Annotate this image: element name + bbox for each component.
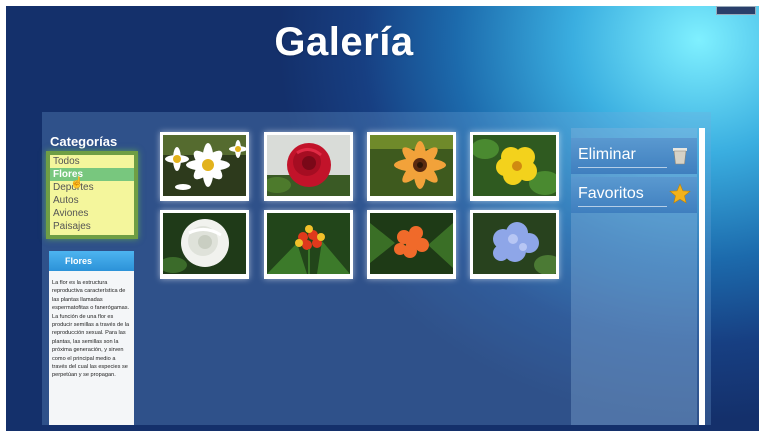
favorites-button[interactable]: Favoritos [571,177,697,213]
favorites-divider [578,206,667,207]
yellow-flower-icon [473,135,556,196]
gallery-thumb-yellow-flower[interactable] [470,132,559,201]
gallery-thumb-white-rose[interactable] [160,210,249,279]
gallery-thumb-orange-gerbera[interactable] [367,132,456,201]
category-item-todos[interactable]: Todos [50,155,134,168]
gallery-thumb-hydrangea[interactable] [470,210,559,279]
trash-icon [673,148,687,165]
category-item-autos[interactable]: Autos [50,194,134,207]
info-panel: Flores La flor es la estructura reproduc… [49,251,134,425]
orange-red-milkweed-flower-icon [267,213,350,274]
red-rose-flower-icon [267,135,350,196]
delete-button[interactable]: Eliminar [571,138,697,174]
category-item-flores[interactable]: Flores [50,168,134,181]
info-title: Flores [49,251,134,271]
orange-ixora-flower-icon [370,213,453,274]
white-daisy-flowers-icon [163,135,246,196]
star-icon [669,183,691,204]
gallery-thumb-daisies[interactable] [160,132,249,201]
page-title: Galería [274,20,414,64]
category-item-deportes[interactable]: Deportes [50,181,134,194]
categories-list[interactable]: Todos Flores Deportes Autos Aviones Pais… [50,155,134,235]
favorites-label: Favoritos [578,185,644,202]
blue-hydrangea-flower-icon [473,213,556,274]
window-widget[interactable] [716,6,756,15]
scrollbar[interactable] [699,128,705,425]
delete-divider [578,167,667,168]
category-item-aviones[interactable]: Aviones [50,207,134,220]
orange-gerbera-flower-icon [370,135,453,196]
gallery-thumb-red-rose[interactable] [264,132,353,201]
hand-cursor-icon: ☝ [70,177,84,189]
gallery-thumb-ixora[interactable] [367,210,456,279]
delete-label: Eliminar [578,146,636,163]
white-rose-flower-icon [163,213,246,274]
category-item-paisajes[interactable]: Paisajes [50,220,134,233]
info-text: La flor es la estructura reproductiva ca… [52,280,130,379]
categories-title: Categorías [50,134,118,149]
gallery-thumb-milkweed[interactable] [264,210,353,279]
